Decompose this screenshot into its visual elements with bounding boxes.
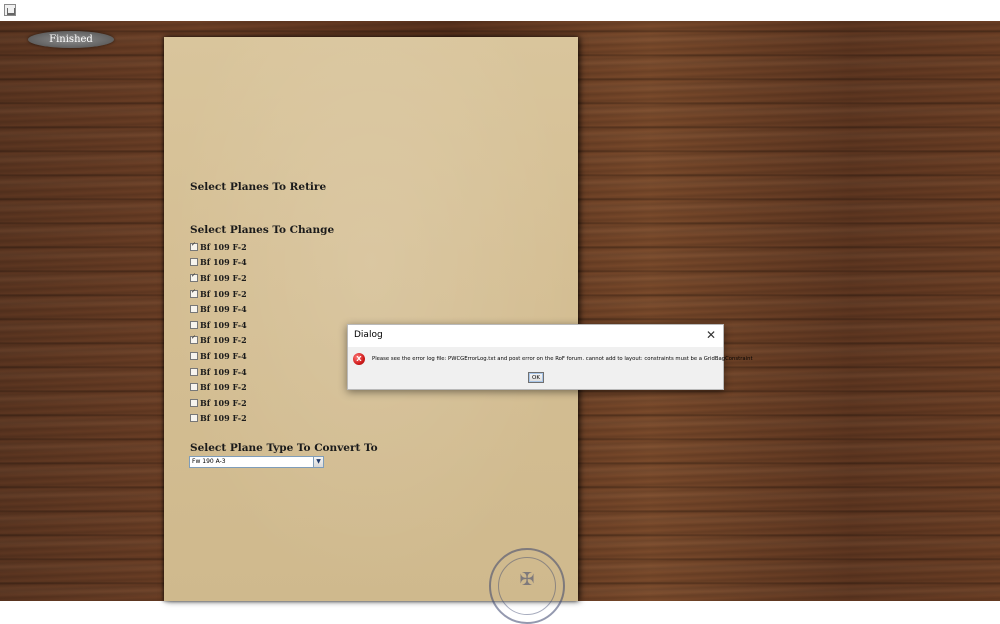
plane-checkbox[interactable] (190, 241, 198, 251)
plane-checkbox-item[interactable]: Bf 109 F-4 (190, 255, 247, 271)
chevron-down-icon[interactable]: ▼ (313, 457, 323, 467)
plane-checkbox-label: Bf 109 F-2 (200, 335, 247, 346)
plane-checkbox[interactable] (190, 334, 198, 345)
close-icon[interactable]: ✕ (705, 328, 717, 342)
error-dialog: Dialog ✕ X Please see the error log file… (347, 324, 753, 390)
plane-checkbox-label: Bf 109 F-2 (200, 241, 247, 252)
error-icon: X (353, 353, 365, 365)
plane-checkbox-label: Bf 109 F-4 (200, 366, 247, 377)
dialog-header: Dialog ✕ (348, 325, 723, 347)
plane-checkbox-label: Bf 109 F-4 (200, 257, 247, 268)
plane-checkbox-item[interactable]: Bf 109 F-4 (190, 317, 247, 333)
plane-checkbox[interactable] (190, 398, 198, 407)
ok-button[interactable]: OK (528, 372, 544, 383)
plane-checkbox-item[interactable]: Bf 109 F-4 (190, 301, 247, 317)
plane-checkbox-item[interactable]: Bf 109 F-2 (190, 239, 247, 255)
plane-checkbox-label: Bf 109 F-4 (200, 319, 247, 330)
plane-checkbox[interactable] (190, 272, 198, 282)
plane-checkbox-item[interactable]: Bf 109 F-4 (190, 348, 247, 364)
eagle-icon: ✠ (519, 569, 535, 590)
plane-checkbox-item[interactable]: Bf 109 F-2 (190, 379, 247, 395)
plane-checkbox-label: Bf 109 F-2 (200, 272, 247, 283)
plane-checkbox[interactable] (190, 258, 198, 267)
retire-section-title: Select Planes To Retire (190, 181, 327, 193)
plane-checkbox-item[interactable]: Bf 109 F-4 (190, 364, 247, 380)
plane-checkbox-label: Bf 109 F-2 (200, 288, 247, 299)
change-section-title: Select Planes To Change (190, 224, 335, 236)
plane-checkbox-label: Bf 109 F-4 (200, 350, 247, 361)
convert-plane-select[interactable]: Fw 190 A-3 ▼ (189, 456, 324, 468)
plane-checkbox-label: Bf 109 F-2 (200, 413, 247, 424)
finished-button[interactable]: Finished (28, 31, 114, 48)
plane-checkbox-item[interactable]: Bf 109 F-2 (190, 333, 247, 349)
plane-checkbox-label: Bf 109 F-4 (200, 304, 247, 315)
plane-checkbox-label: Bf 109 F-2 (200, 397, 247, 408)
window-titlebar (0, 0, 1000, 21)
plane-checkbox[interactable] (190, 288, 198, 298)
plane-checkbox-item[interactable]: Bf 109 F-2 (190, 286, 247, 302)
plane-checkbox[interactable] (190, 383, 198, 392)
plane-checkbox-item[interactable]: Bf 109 F-2 (190, 395, 247, 411)
dialog-title: Dialog (354, 330, 383, 340)
app-icon (4, 4, 16, 16)
plane-checkbox[interactable] (190, 305, 198, 314)
plane-checkbox[interactable] (190, 351, 198, 360)
plane-checkbox-item[interactable]: Bf 109 F-2 (190, 270, 247, 286)
plane-checkbox[interactable] (190, 320, 198, 329)
dialog-message: Please see the error log file: PWCGError… (372, 356, 753, 362)
convert-section-title: Select Plane Type To Convert To (190, 442, 378, 454)
stamp-seal: ✠ (489, 548, 565, 624)
plane-change-list: Bf 109 F-2 Bf 109 F-4 Bf 109 F-2 Bf 109 F-2… (190, 239, 247, 426)
plane-checkbox-label: Bf 109 F-2 (200, 382, 247, 393)
plane-checkbox[interactable] (190, 367, 198, 376)
plane-checkbox[interactable] (190, 414, 198, 423)
plane-checkbox-item[interactable]: Bf 109 F-2 (190, 411, 247, 427)
convert-select-value: Fw 190 A-3 (192, 458, 226, 465)
